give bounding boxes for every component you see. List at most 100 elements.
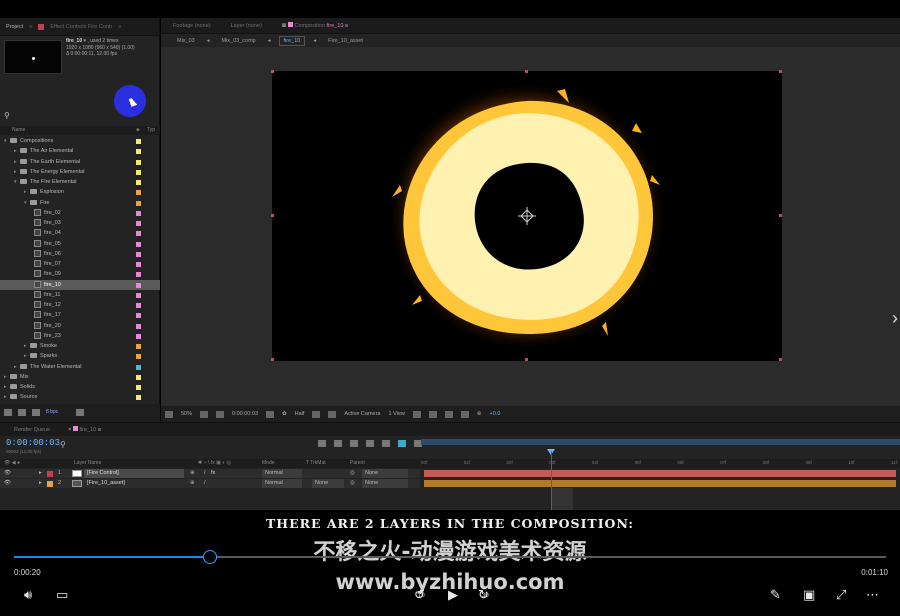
transform-handle[interactable] <box>779 358 782 361</box>
label-color-swatch[interactable] <box>136 313 141 319</box>
label-color-swatch[interactable] <box>136 231 141 237</box>
project-composition[interactable]: fire_02 <box>0 208 160 218</box>
label-color-swatch[interactable] <box>136 395 141 401</box>
motion-blur-icon[interactable] <box>382 440 390 447</box>
panel-menu-icon[interactable]: ≡ <box>29 24 32 30</box>
tab-project[interactable]: Project <box>6 24 23 30</box>
chevron-right-icon[interactable]: › <box>892 308 898 329</box>
more-options-icon[interactable]: ⋯ <box>866 588 879 601</box>
label-color-swatch[interactable] <box>136 272 141 278</box>
switch-shy-icon[interactable]: ⊕ <box>190 469 195 478</box>
tab-timeline-comp[interactable]: × fire_10 ≡ <box>68 426 101 433</box>
zoom-select[interactable]: 50% <box>181 411 192 417</box>
project-folder[interactable]: ▸ The Energy Elemental <box>0 167 160 177</box>
label-color-swatch[interactable] <box>136 251 141 257</box>
project-composition[interactable]: fire_05 <box>0 239 160 249</box>
breadcrumb-fire-10-asset[interactable]: Fire_10_asset <box>324 37 367 45</box>
transform-handle[interactable] <box>271 70 274 73</box>
interpret-footage-icon[interactable] <box>4 409 12 416</box>
viewer-timecode[interactable]: 0:00:00:03 <box>232 411 258 417</box>
subtitles-icon[interactable]: ▭ <box>56 588 68 601</box>
project-composition[interactable]: fire_10 <box>0 279 160 290</box>
time-ruler[interactable]: 00f 01f 02f 03f 04f 05f 06f 07f 08f 09f 10f 11f <box>421 459 900 468</box>
column-layer-name[interactable]: Layer Name <box>74 459 101 468</box>
project-composition[interactable]: fire_06 <box>0 249 160 259</box>
picture-in-picture-icon[interactable]: ▣ <box>803 588 815 601</box>
comp-mini-flowchart-icon[interactable] <box>318 440 326 447</box>
project-folder[interactable]: ▾ Fire <box>0 198 160 208</box>
search-icon[interactable]: ⚲ <box>60 440 66 449</box>
label-color-swatch[interactable] <box>136 354 141 360</box>
tab-render-queue[interactable]: Render Queue <box>14 427 50 433</box>
view-layout-select[interactable]: 1 View <box>388 411 404 417</box>
label-color-swatch[interactable] <box>136 241 141 247</box>
label-color-swatch[interactable] <box>136 139 141 144</box>
toggle-pixel-aspect-icon[interactable] <box>412 410 421 418</box>
layer-name[interactable]: [Fire Control] <box>84 469 184 478</box>
camera-view-select[interactable]: Active Camera <box>344 411 380 417</box>
tab-composition[interactable]: ⊠ Composition fire_10 ≡ <box>282 22 348 29</box>
label-color-swatch[interactable] <box>136 149 141 155</box>
trash-icon[interactable] <box>76 409 85 416</box>
work-area-bar[interactable] <box>421 439 900 445</box>
transform-handle[interactable] <box>779 214 782 217</box>
current-time-display[interactable]: 0:00:00:03 <box>6 438 60 448</box>
project-search-field[interactable]: ⚲ <box>4 111 154 121</box>
layer-label-color[interactable] <box>47 470 53 477</box>
column-type-header[interactable]: Typ <box>147 126 155 135</box>
flowchart-icon[interactable] <box>460 410 469 418</box>
shy-layers-icon[interactable] <box>350 440 358 447</box>
expand-arrow-icon[interactable]: ▸ <box>39 479 42 488</box>
visibility-eye-icon[interactable]: 👁 <box>4 469 11 478</box>
parent-pickwhip-icon[interactable]: ◎ <box>350 469 355 478</box>
transform-handle[interactable] <box>779 70 782 73</box>
label-color-swatch[interactable] <box>136 190 141 196</box>
visibility-eye-icon[interactable]: 👁 <box>4 479 11 488</box>
draft-3d-icon[interactable] <box>334 440 342 447</box>
project-folder[interactable]: ▸ Mix <box>0 372 160 382</box>
fx-icon[interactable]: fx <box>211 469 215 478</box>
project-folder[interactable]: ▸ Sparks <box>0 351 160 361</box>
label-color-swatch[interactable] <box>136 221 141 226</box>
panel-overflow-icon[interactable]: » <box>118 24 121 30</box>
lock-icon[interactable]: ⊠ <box>282 23 287 29</box>
label-color-swatch[interactable] <box>136 364 141 370</box>
label-color-swatch[interactable] <box>136 303 141 308</box>
layer-row[interactable]: 👁 ▸ 2 [Fire_10_asset] ⊕ / Normal None ◎ … <box>0 479 420 488</box>
graph-editor-icon[interactable] <box>398 440 406 447</box>
parent-select[interactable]: None <box>362 479 408 488</box>
label-color-swatch[interactable] <box>136 374 141 380</box>
label-color-swatch[interactable] <box>136 210 141 216</box>
camera-icon[interactable] <box>266 410 275 418</box>
project-folder[interactable]: ▾ Compositions <box>0 136 160 146</box>
column-trkmat[interactable]: T TrkMat <box>306 459 326 468</box>
progress-handle[interactable] <box>203 550 218 564</box>
transform-handle[interactable] <box>271 214 274 217</box>
label-color-swatch[interactable] <box>136 323 141 329</box>
label-color-swatch[interactable] <box>136 282 141 288</box>
switch-quality-icon[interactable]: / <box>204 469 206 478</box>
selected-item-name[interactable]: fire_10 <box>66 38 82 44</box>
breadcrumb-mix-03-comp[interactable]: Mix_03_comp <box>218 37 260 45</box>
timeline-icon[interactable] <box>444 410 453 418</box>
project-folder[interactable]: ▸ The Air Elemental <box>0 146 160 156</box>
pen-icon[interactable]: ✎ <box>770 588 781 601</box>
always-preview-icon[interactable] <box>165 410 173 418</box>
project-folder[interactable]: ▸ The Earth Elemental <box>0 157 160 167</box>
blend-mode-select[interactable]: Normal <box>262 469 302 478</box>
switch-quality-icon[interactable]: / <box>204 479 206 488</box>
transform-handle[interactable] <box>525 358 528 361</box>
trkmat-select[interactable]: None <box>312 479 344 488</box>
project-composition[interactable]: fire_07 <box>0 259 160 269</box>
layer-label-color[interactable] <box>47 480 53 487</box>
project-composition[interactable]: fire_20 <box>0 321 160 331</box>
color-channel-icon[interactable]: ✿ <box>282 411 287 417</box>
project-folder[interactable]: ▸ Solids <box>0 382 160 392</box>
switch-shy-icon[interactable]: ⊕ <box>190 479 195 488</box>
label-color-swatch[interactable] <box>136 262 141 267</box>
tab-footage[interactable]: Footage (none) <box>173 23 211 29</box>
parent-pickwhip-icon[interactable]: ◎ <box>350 479 355 488</box>
project-folder[interactable]: ▸ Smoke <box>0 341 160 351</box>
project-composition[interactable]: fire_23 <box>0 331 160 341</box>
layer-duration-bar[interactable] <box>424 470 896 477</box>
